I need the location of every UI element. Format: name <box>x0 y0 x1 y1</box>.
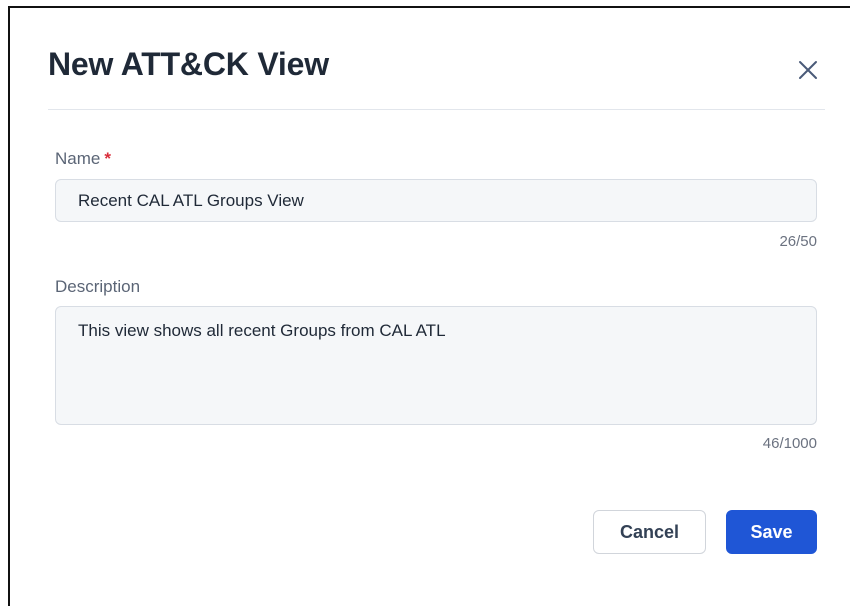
name-char-counter: 26/50 <box>779 233 817 250</box>
dialog-title: New ATT&CK View <box>48 46 329 82</box>
save-button[interactable]: Save <box>726 510 817 554</box>
new-view-dialog: New ATT&CK View Name* 26/50 Description … <box>10 8 850 602</box>
window-frame: New ATT&CK View Name* 26/50 Description … <box>8 6 850 606</box>
close-icon <box>799 61 817 79</box>
name-label-text: Name <box>55 149 101 168</box>
description-textarea[interactable]: This view shows all recent Groups from C… <box>55 306 817 425</box>
description-char-counter: 46/1000 <box>762 435 817 452</box>
close-button[interactable] <box>794 56 822 84</box>
name-label: Name * <box>55 149 111 169</box>
required-marker: * <box>104 149 111 168</box>
description-label: Description <box>55 277 141 296</box>
header-divider <box>48 109 825 110</box>
cancel-button[interactable]: Cancel <box>593 510 706 554</box>
name-input[interactable] <box>55 179 817 222</box>
